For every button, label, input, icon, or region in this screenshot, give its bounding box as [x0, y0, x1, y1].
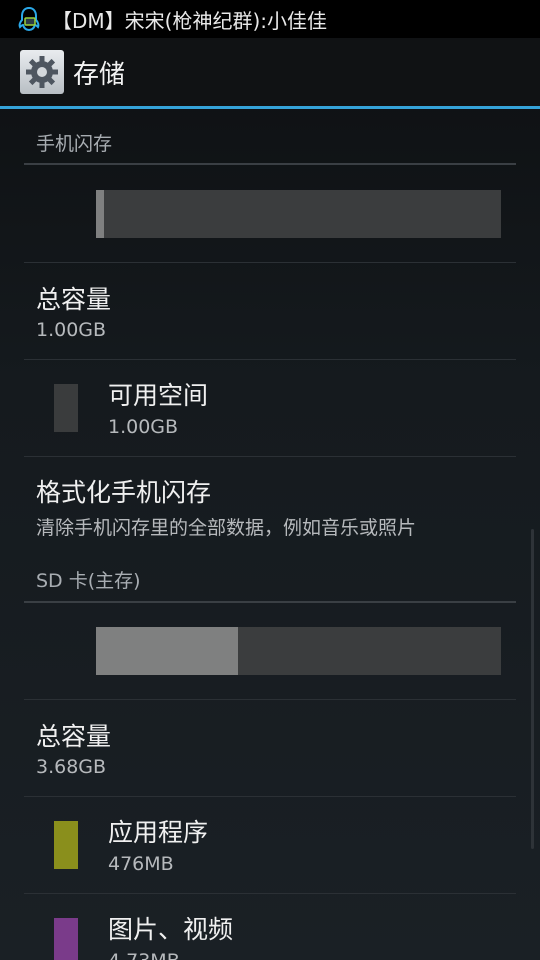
section-header-sd: SD 卡(主存): [24, 563, 516, 603]
action-bar: 存储: [0, 38, 540, 109]
status-bar: 【DM】宋宋(枪神纪群):小佳佳: [0, 0, 540, 38]
apps-color-swatch: [54, 821, 78, 869]
divider: [24, 893, 516, 894]
scrollbar[interactable]: [531, 529, 534, 849]
divider: [24, 796, 516, 797]
storage-list[interactable]: 手机闪存 总容量 1.00GB 可用空间 1.00GB 格式化手机闪存 清除手机…: [0, 109, 540, 960]
divider: [24, 262, 516, 263]
sd-usage-bar: [96, 627, 501, 675]
apps-label: 应用程序: [108, 818, 209, 847]
total-capacity-value: 3.68GB: [36, 756, 107, 778]
page-title: 存储: [73, 59, 126, 90]
notification-text: 【DM】宋宋(枪神纪群):小佳佳: [52, 8, 327, 33]
internal-usage-bar: [96, 190, 501, 238]
section-header-internal: 手机闪存: [24, 127, 516, 165]
total-capacity-label: 总容量: [36, 722, 112, 751]
apps-value: 476MB: [108, 853, 174, 875]
media-color-swatch: [54, 918, 78, 960]
sd-usage-fill: [96, 627, 238, 675]
section-header-label: 手机闪存: [36, 133, 113, 155]
divider: [24, 456, 516, 457]
media-label: 图片、视频: [108, 915, 234, 944]
divider: [24, 359, 516, 360]
available-space-value: 1.00GB: [108, 416, 179, 438]
available-color-swatch: [54, 384, 78, 432]
format-internal-title: 格式化手机闪存: [36, 478, 212, 507]
internal-usage-fill: [96, 190, 105, 238]
media-value: 4.73MB: [108, 950, 180, 960]
qq-penguin-icon: [16, 6, 42, 32]
available-space-label: 可用空间: [108, 381, 209, 410]
total-capacity-value: 1.00GB: [36, 319, 107, 341]
format-internal-subtitle: 清除手机闪存里的全部数据，例如音乐或照片: [36, 517, 417, 539]
total-capacity-label: 总容量: [36, 285, 112, 314]
section-header-label: SD 卡(主存): [36, 570, 141, 592]
settings-gear-icon[interactable]: [20, 50, 64, 94]
divider: [24, 699, 516, 700]
